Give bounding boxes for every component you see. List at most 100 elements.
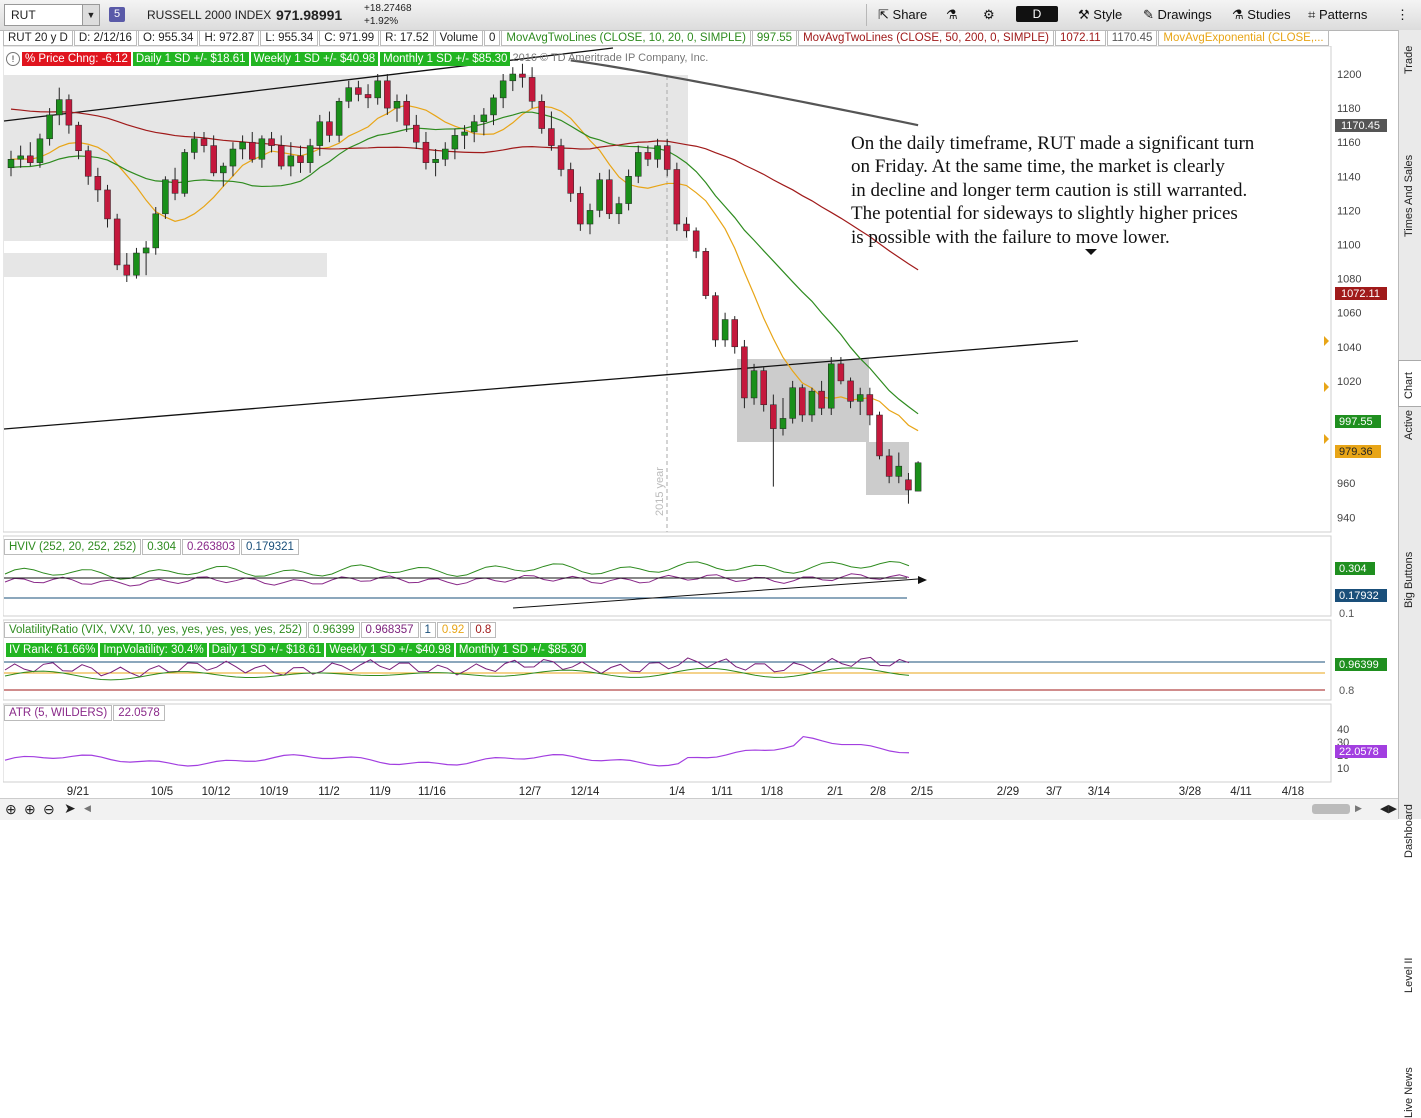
tab-active-trader[interactable]: Active Trader [1399, 192, 1421, 440]
candle-body [799, 387, 806, 416]
candle-body [538, 101, 545, 129]
expand-icon[interactable]: ◀▶ [1380, 802, 1397, 815]
zoom-out-icon[interactable]: ⊖ [43, 801, 55, 818]
iv-rank-badge: IV Rank: 61.66% [6, 643, 99, 657]
ma50-price-label: 1072.11 [1341, 288, 1380, 300]
menu-icon[interactable]: ⋮ [1396, 6, 1409, 24]
tab-live-news[interactable]: Live News [1399, 545, 1421, 1118]
time-axis-label: 3/14 [1088, 786, 1111, 798]
candle-body [162, 179, 169, 215]
candle-body [712, 295, 719, 341]
time-axis-label: 12/7 [519, 786, 541, 798]
candle-body [364, 94, 372, 99]
candle-body [789, 387, 796, 419]
weekly-sd-badge: Weekly 1 SD +/- $40.98 [250, 52, 379, 66]
candle-body [702, 251, 710, 296]
scroll-left-icon[interactable]: ◀ [84, 803, 91, 814]
candle-body [625, 176, 632, 204]
candle-body [770, 404, 777, 429]
atr-value: 22.0578 [113, 705, 165, 721]
candle-body [683, 223, 690, 232]
tab-big-buttons[interactable]: Big Buttons [1399, 285, 1421, 608]
share-icon: ⇱ [878, 7, 889, 22]
date-label: D: 2/12/16 [73, 30, 137, 46]
crosshair-icon[interactable]: ⊕ [5, 801, 17, 818]
tab-dashboard[interactable]: Dashboard [1399, 410, 1421, 858]
cursor-icon[interactable]: ➤ [64, 800, 76, 817]
study-ema[interactable]: MovAvgExponential (CLOSE,... [1158, 30, 1329, 46]
candle-body [760, 370, 767, 406]
candle-body [663, 145, 671, 170]
time-axis-label: 12/14 [571, 786, 600, 798]
study-ma-200-value: 1170.45 [1106, 30, 1158, 46]
candle-body [606, 179, 613, 215]
flask-icon[interactable]: ⚗ [946, 6, 958, 24]
horizontal-scrollbar-thumb[interactable] [1312, 804, 1350, 814]
note-line: On the daily timeframe, RUT made a signi… [851, 133, 1255, 154]
study-ma-10-20[interactable]: MovAvgTwoLines (CLOSE, 10, 20, 0, SIMPLE… [501, 30, 751, 46]
vr-tick: 0.8 [1339, 685, 1354, 697]
change-percent: +1.92% [364, 16, 399, 27]
tab-label: Level II [1403, 957, 1415, 993]
hviv-lo-label: 0.17932 [1339, 590, 1379, 602]
tab-level-ii[interactable]: Level II [1399, 490, 1421, 993]
candle-body [741, 346, 748, 399]
volume-label[interactable]: Volume [434, 30, 484, 46]
candle-body [451, 135, 459, 150]
style-button[interactable]: ⚒ Style [1078, 6, 1122, 24]
analysis-note[interactable]: On the daily timeframe, RUT made a signi… [851, 132, 1331, 249]
range-label: R: 17.52 [380, 30, 434, 46]
candle-body [374, 80, 381, 99]
zoom-in-icon[interactable]: ⊕ [24, 801, 36, 818]
drawings-label: Drawings [1157, 7, 1212, 22]
atr-study-name[interactable]: ATR (5, WILDERS) [4, 705, 113, 721]
chevron-down-icon[interactable]: ▼ [82, 5, 99, 25]
price-tick-label: 1060 [1337, 308, 1361, 320]
hviv-study-name[interactable]: HVIV (252, 20, 252, 252) [4, 539, 142, 555]
study-ma-50-200[interactable]: MovAvgTwoLines (CLOSE, 50, 200, 0, SIMPL… [798, 30, 1054, 46]
candle-body [635, 152, 642, 177]
candle-body [750, 370, 758, 399]
studies-button[interactable]: ⚗ Studies [1232, 6, 1291, 24]
candle-body [384, 80, 391, 109]
price-tick-label: 940 [1337, 512, 1355, 524]
year-label: 2015 year [654, 467, 666, 516]
link-group-badge[interactable]: 5 [109, 7, 125, 22]
candle-body [335, 101, 343, 136]
studies-icon: ⚗ [1232, 7, 1244, 22]
candle-body [654, 145, 661, 160]
price-tick-label: 1180 [1337, 103, 1361, 115]
price-tick-label: 1120 [1337, 205, 1361, 217]
candle-body [808, 390, 816, 416]
drawings-button[interactable]: ✎ Drawings [1143, 6, 1212, 24]
daily-sd-badge: Daily 1 SD +/- $18.61 [132, 52, 249, 66]
gear-icon[interactable]: ⚙ [983, 6, 995, 24]
aggregation-button[interactable]: D [1016, 6, 1058, 22]
price-tick-label: 1160 [1337, 137, 1361, 149]
last-price: 971.98991 [276, 7, 343, 23]
copyright-text: 2016 © TD Ameritrade IP Company, Inc. [512, 52, 709, 64]
candle-body [65, 99, 73, 126]
patterns-button[interactable]: ⌗ Patterns [1308, 6, 1367, 24]
share-button[interactable]: ⇱ Share [878, 6, 927, 24]
vr-badges: IV Rank: 61.66% ImpVolatility: 30.4% Daily… [6, 643, 588, 657]
tab-times-and-sales[interactable]: Times And Sales [1399, 85, 1421, 237]
price-tick-label: 1140 [1337, 171, 1361, 183]
candle-body [84, 150, 92, 177]
candle-body [914, 462, 922, 492]
tab-chart[interactable]: Chart [1398, 360, 1421, 407]
candle-body [837, 363, 845, 382]
candle-body [509, 73, 517, 82]
scroll-right-icon[interactable]: ▶ [1355, 803, 1362, 814]
patterns-icon: ⌗ [1308, 7, 1316, 22]
vr-study-name[interactable]: VolatilityRatio (VIX, VXV, 10, yes, yes,… [4, 622, 307, 638]
symbol-input[interactable]: RUT ▼ [4, 4, 100, 26]
info-icon[interactable]: ! [6, 52, 20, 66]
time-axis-label: 1/11 [711, 786, 733, 798]
time-axis-label: 2/29 [997, 786, 1019, 798]
high-label: H: 972.87 [199, 30, 260, 46]
tab-trade[interactable]: Trade [1399, 30, 1421, 78]
atr-label: 22.0578 [1339, 746, 1379, 758]
time-axis-label: 4/18 [1282, 786, 1304, 798]
ma10-price-label: 979.36 [1339, 446, 1373, 458]
